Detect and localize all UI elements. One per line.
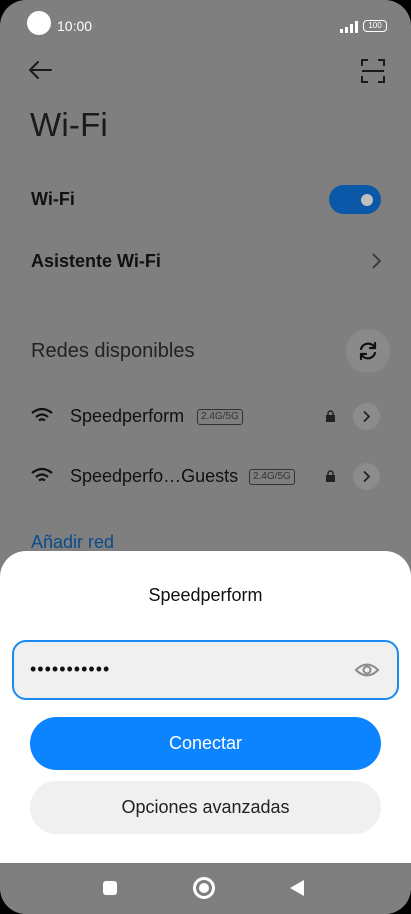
status-time: 10:00 — [57, 18, 93, 34]
navigation-bar — [0, 863, 411, 914]
camera-cutout — [27, 11, 51, 35]
refresh-icon — [359, 341, 377, 361]
available-networks-heading: Redes disponibles — [31, 340, 195, 362]
lock-icon — [326, 410, 335, 422]
back-nav-button[interactable] — [290, 880, 304, 896]
wifi-toggle-label: Wi-Fi — [31, 189, 75, 209]
network-detail-button[interactable] — [353, 463, 380, 490]
chevron-right-icon — [372, 253, 382, 269]
wifi-icon — [31, 407, 53, 422]
wifi-toggle-switch[interactable] — [329, 185, 381, 214]
status-bar: 10:00 100 — [0, 0, 411, 50]
arrow-left-icon — [29, 61, 52, 79]
network-name: Speedperform — [70, 406, 185, 426]
add-network-link[interactable]: Añadir red — [31, 532, 114, 553]
battery-icon: 100 — [363, 20, 387, 32]
refresh-button[interactable] — [346, 329, 390, 373]
toggle-knob — [361, 194, 373, 206]
wifi-assistant-label: Asistente Wi-Fi — [31, 251, 161, 271]
screen: 10:00 100 Wi-Fi Wi-Fi Asistente Wi-Fi Re… — [0, 0, 411, 914]
network-item[interactable]: Speedperform 2.4G/5G — [0, 398, 411, 438]
band-badge: 2.4G/5G — [197, 409, 243, 425]
scan-qr-icon — [361, 59, 385, 83]
scan-button[interactable] — [358, 56, 388, 86]
password-value: ••••••••••• — [30, 659, 111, 679]
wifi-icon — [31, 467, 53, 482]
advanced-options-button[interactable]: Opciones avanzadas — [30, 781, 381, 834]
network-name: Speedperfo…Guests — [70, 466, 239, 486]
chevron-right-icon — [363, 410, 371, 423]
connect-button[interactable]: Conectar — [30, 717, 381, 770]
lock-icon — [326, 470, 335, 482]
band-badge: 2.4G/5G — [249, 469, 295, 485]
chevron-right-icon — [363, 470, 371, 483]
dialog-title: Speedperform — [148, 585, 263, 605]
password-dialog: Speedperform ••••••••••• Conectar Opcion… — [0, 551, 411, 863]
eye-icon[interactable] — [354, 659, 380, 681]
network-item[interactable]: Speedperfo…Guests 2.4G/5G — [0, 458, 411, 498]
signal-icon — [340, 21, 360, 33]
back-button[interactable] — [25, 56, 55, 86]
password-input[interactable]: ••••••••••• — [12, 640, 399, 700]
home-button[interactable] — [193, 877, 215, 899]
recents-button[interactable] — [103, 881, 117, 895]
network-detail-button[interactable] — [353, 403, 380, 430]
page-title: Wi-Fi — [30, 106, 108, 143]
